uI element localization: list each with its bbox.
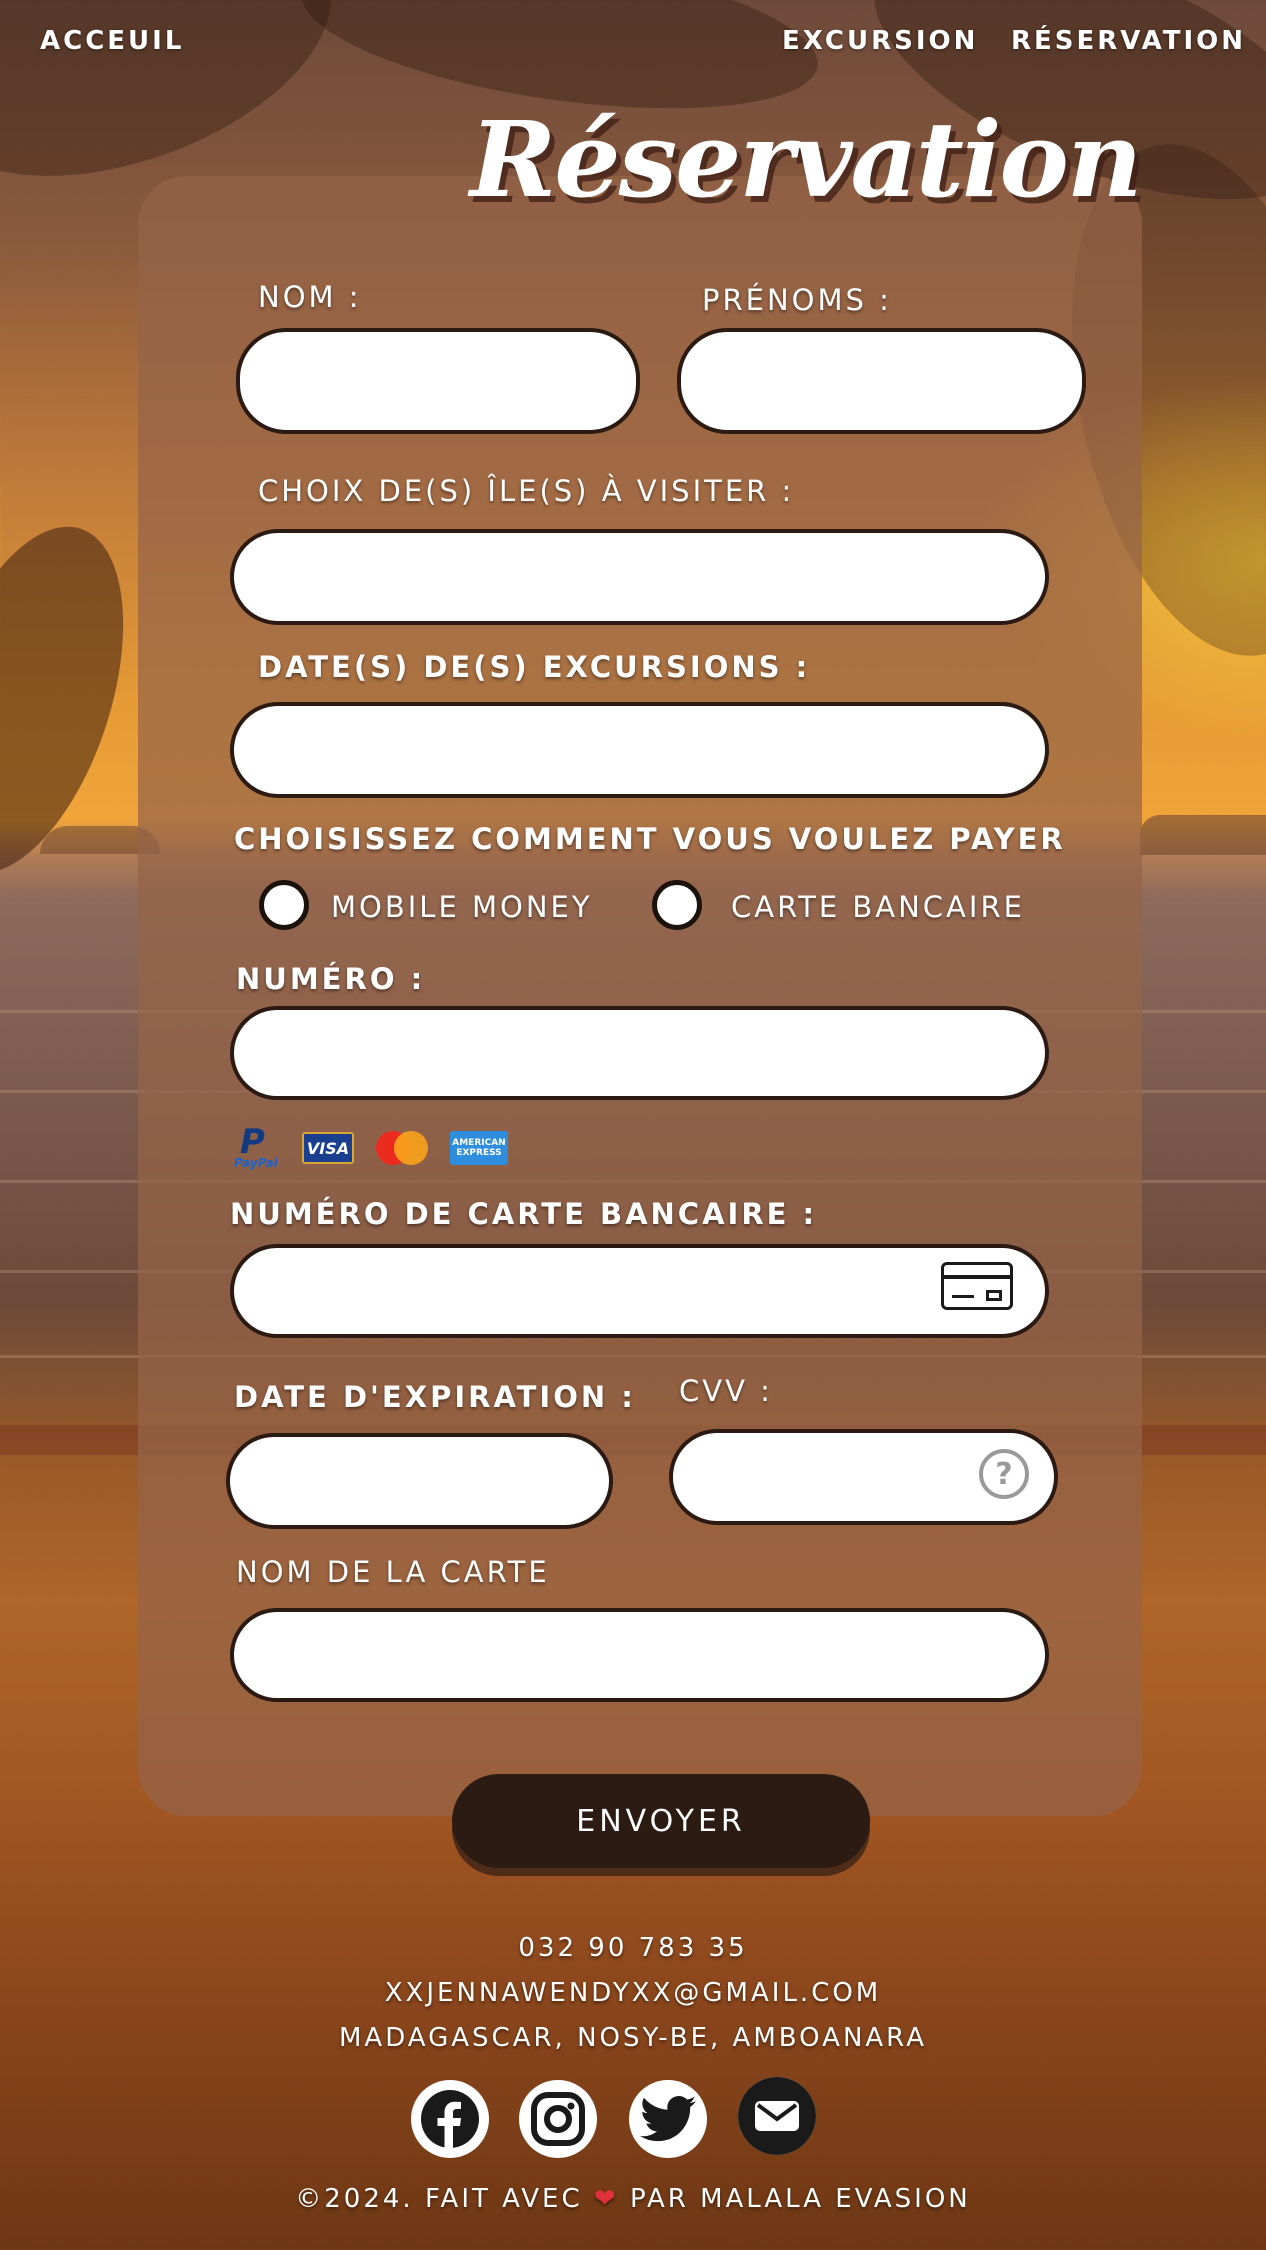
twitter-icon[interactable] (629, 2080, 707, 2158)
expiry-input[interactable] (226, 1433, 613, 1529)
mastercard-icon (376, 1131, 428, 1165)
dates-label: DATE(S) DE(S) EXCURSIONS : (258, 650, 811, 684)
nav-excursion[interactable]: EXCURSION (782, 26, 978, 56)
nom-input[interactable] (236, 328, 640, 434)
card-number-label: NUMÉRO DE CARTE BANCAIRE : (230, 1197, 818, 1231)
amex-icon: AMERICAN EXPRESS (450, 1131, 508, 1165)
card-name-input[interactable] (230, 1608, 1049, 1702)
footer-copyright: ©2024. FAIT AVEC ❤ PAR MALALA EVASION (0, 2184, 1266, 2214)
carte-bancaire-label[interactable]: CARTE BANCAIRE (731, 890, 1025, 924)
page-title: Réservation (470, 98, 1142, 221)
radio-mobile-money[interactable] (259, 880, 309, 930)
instagram-icon[interactable] (519, 2080, 597, 2158)
footer-email[interactable]: XXJENNAWENDYXX@GMAIL.COM (0, 1978, 1266, 2008)
iles-label: CHOIX DE(S) ÎLE(S) À VISITER : (258, 474, 795, 508)
nom-label: NOM : (258, 280, 362, 314)
payment-brand-icons: P PayPal VISA AMERICAN EXPRESS (234, 1122, 508, 1170)
card-name-label: NOM DE LA CARTE (236, 1555, 550, 1589)
mobile-money-label[interactable]: MOBILE MONEY (331, 890, 593, 924)
card-number-input[interactable] (230, 1244, 1049, 1338)
dates-input[interactable] (230, 702, 1049, 798)
paypal-icon: P PayPal (234, 1122, 278, 1170)
expiry-label: DATE D'EXPIRATION : (234, 1380, 636, 1414)
submit-button[interactable]: ENVOYER (452, 1774, 870, 1868)
numero-label: NUMÉRO : (236, 962, 426, 996)
copyright-prefix: ©2024. FAIT AVEC (295, 2184, 583, 2214)
prenoms-input[interactable] (677, 328, 1086, 434)
copyright-suffix: PAR MALALA EVASION (629, 2184, 971, 2214)
mail-icon[interactable] (738, 2077, 816, 2155)
help-icon[interactable]: ? (979, 1449, 1029, 1499)
heart-icon: ❤ (593, 2184, 619, 2214)
facebook-icon[interactable] (411, 2080, 489, 2158)
nav-home[interactable]: ACCEUIL (40, 26, 184, 56)
nav-reservation[interactable]: RÉSERVATION (1011, 26, 1246, 56)
iles-input[interactable] (230, 529, 1049, 625)
footer-address: MADAGASCAR, NOSY-BE, AMBOANARA (339, 2023, 927, 2053)
visa-icon: VISA (302, 1132, 354, 1164)
cvv-label: CVV : (679, 1374, 773, 1408)
credit-card-icon (941, 1262, 1013, 1310)
numero-input[interactable] (230, 1006, 1049, 1100)
radio-carte-bancaire[interactable] (652, 880, 702, 930)
prenoms-label: PRÉNOMS : (702, 283, 892, 317)
payment-prompt: CHOISISSEZ COMMENT VOUS VOULEZ PAYER (234, 822, 1066, 856)
footer-phone: 032 90 783 35 (518, 1933, 748, 1963)
